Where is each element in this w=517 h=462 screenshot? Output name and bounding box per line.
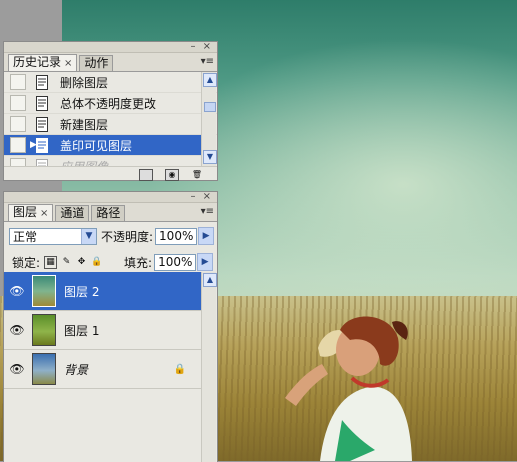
- panel-window-controls[interactable]: – ×: [190, 41, 213, 52]
- eye-icon[interactable]: 👁: [8, 362, 26, 376]
- snapshot-source-checkbox[interactable]: [10, 116, 26, 132]
- tab-channels[interactable]: 通道: [55, 205, 90, 221]
- history-item-label: 盖印可见图层: [60, 138, 133, 153]
- layer-row[interactable]: 👁 背景 🔒: [4, 350, 202, 389]
- history-item[interactable]: 应用图像: [4, 156, 217, 166]
- history-item-label: 删除图层: [60, 75, 109, 90]
- tab-label: 图层: [13, 205, 38, 219]
- tab-layers[interactable]: 图层 ×: [8, 204, 54, 221]
- close-icon[interactable]: ×: [40, 208, 48, 219]
- opacity-slider-button[interactable]: ▶: [198, 227, 215, 245]
- history-tabs: 历史记录 × 动作 ▾≡: [4, 53, 217, 72]
- lock-label: 锁定:: [12, 255, 41, 270]
- history-toolbar: ◉ 🗑: [4, 166, 217, 183]
- history-state-icon: [36, 95, 48, 111]
- trash-icon[interactable]: 🗑: [191, 170, 203, 180]
- fill-input[interactable]: 100%: [154, 253, 197, 271]
- snapshot-source-checkbox[interactable]: [10, 74, 26, 90]
- layer-name: 图层 2: [64, 284, 100, 299]
- new-document-from-state-icon[interactable]: [139, 169, 153, 181]
- layer-thumbnail[interactable]: [32, 353, 56, 385]
- scroll-up-icon[interactable]: ▲: [203, 273, 217, 287]
- history-list: 删除图层 总体不透明度更改 新建图层 ▶ 盖印可见图层 应用图像 ▲ ▼: [4, 72, 217, 166]
- history-item-label: 应用图像: [60, 158, 108, 167]
- history-item[interactable]: 总体不透明度更改: [4, 93, 217, 114]
- tab-label: 通道: [60, 206, 85, 220]
- snapshot-source-checkbox[interactable]: [10, 137, 26, 153]
- snapshot-source-checkbox[interactable]: [10, 95, 26, 111]
- new-snapshot-icon[interactable]: ◉: [165, 169, 179, 181]
- tab-actions[interactable]: 动作: [79, 55, 114, 71]
- history-item[interactable]: 删除图层: [4, 72, 217, 93]
- history-item-selected[interactable]: ▶ 盖印可见图层: [4, 135, 201, 156]
- close-icon[interactable]: ×: [64, 58, 72, 69]
- history-state-icon: [36, 116, 48, 132]
- chevron-down-icon[interactable]: ▼: [81, 228, 96, 244]
- layer-thumbnail[interactable]: [32, 275, 56, 307]
- eye-icon[interactable]: 👁: [8, 284, 26, 298]
- layer-row-selected[interactable]: 👁 图层 2: [4, 272, 202, 311]
- opacity-label: 不透明度:: [101, 229, 154, 244]
- blend-opacity-row: 正常 ▼ 不透明度: 100% ▶: [4, 225, 217, 247]
- blend-mode-select[interactable]: 正常 ▼: [9, 227, 97, 245]
- opacity-input[interactable]: 100%: [155, 227, 198, 245]
- layer-name: 背景: [64, 362, 89, 377]
- history-item-label: 总体不透明度更改: [60, 96, 157, 111]
- panel-window-controls[interactable]: – ×: [190, 191, 213, 202]
- tab-label: 路径: [96, 206, 121, 220]
- lock-transparent-pixels-icon[interactable]: ▦: [44, 255, 58, 269]
- girl-figure: [285, 316, 412, 461]
- history-state-icon: [36, 74, 48, 90]
- layer-list: 👁 图层 2 👁 图层 1 👁 背景 🔒: [4, 272, 202, 389]
- tab-paths[interactable]: 路径: [91, 205, 126, 221]
- scroll-up-icon[interactable]: ▲: [203, 73, 217, 87]
- eye-icon[interactable]: 👁: [8, 323, 26, 337]
- layer-thumbnail[interactable]: [32, 314, 56, 346]
- lock-image-pixels-icon[interactable]: ✎: [61, 257, 72, 268]
- snapshot-source-checkbox[interactable]: [10, 158, 26, 166]
- history-item[interactable]: 新建图层: [4, 114, 217, 135]
- scroll-down-icon[interactable]: ▼: [203, 150, 217, 164]
- history-item-label: 新建图层: [60, 117, 109, 132]
- tab-history[interactable]: 历史记录 ×: [8, 54, 78, 71]
- layers-tabs: 图层 × 通道 路径 ▾≡: [4, 203, 217, 222]
- lock-icon: 🔒: [173, 363, 186, 375]
- lock-position-icon[interactable]: ✥: [76, 257, 87, 268]
- layer-name: 图层 1: [64, 323, 100, 338]
- history-panel: – × 历史记录 × 动作 ▾≡ 删除图层 总体不透明度更改 新建图层 ▶ 盖印…: [3, 41, 218, 181]
- scroll-thumb[interactable]: [204, 102, 216, 112]
- layers-scrollbar[interactable]: ▲: [201, 272, 217, 462]
- panel-menu-icon[interactable]: ▾≡: [201, 56, 214, 67]
- lock-fill-row: 锁定: ▦ ✎ ✥ 🔒 填充: 100% ▶: [4, 251, 217, 273]
- lock-all-icon[interactable]: 🔒: [91, 257, 102, 268]
- panel-titlebar[interactable]: – ×: [4, 191, 217, 203]
- layer-row[interactable]: 👁 图层 1: [4, 311, 202, 350]
- history-state-icon: [36, 158, 48, 166]
- history-scrollbar[interactable]: ▲ ▼: [201, 72, 217, 166]
- panel-menu-icon[interactable]: ▾≡: [201, 206, 214, 217]
- layers-panel: – × 图层 × 通道 路径 ▾≡ 正常 ▼ 不透明度: 100% ▶ 锁定: ▦…: [3, 191, 218, 462]
- history-state-icon: [36, 137, 48, 153]
- tab-label: 历史记录: [13, 55, 62, 69]
- tab-label: 动作: [84, 56, 109, 70]
- panel-titlebar[interactable]: – ×: [4, 41, 217, 53]
- blend-mode-value: 正常: [13, 229, 38, 244]
- fill-label: 填充:: [124, 255, 153, 270]
- fill-slider-button[interactable]: ▶: [197, 253, 214, 271]
